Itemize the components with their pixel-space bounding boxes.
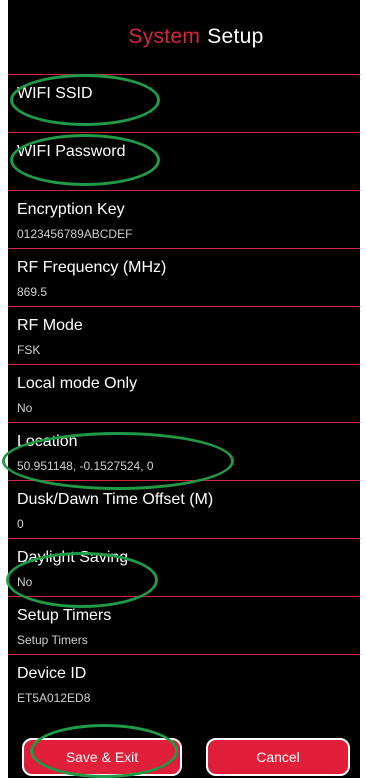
setting-label: RF Frequency (MHz): [17, 259, 167, 276]
setting-daylight-saving[interactable]: Daylight Saving No: [8, 538, 360, 596]
setting-location[interactable]: Location 50.951148, -0.1527524, 0: [8, 422, 360, 480]
save-exit-button[interactable]: Save & Exit: [22, 738, 182, 776]
setting-label: RF Mode: [17, 317, 83, 334]
setting-value: No: [17, 575, 33, 589]
page-title: System Setup: [8, 0, 360, 74]
setting-device-id[interactable]: Device ID ET5A012ED8: [8, 654, 360, 712]
setting-value: 869.5: [17, 285, 48, 299]
setting-label: Setup Timers: [17, 607, 112, 624]
setting-wifi-password[interactable]: WIFI Password: [8, 132, 360, 190]
setting-label: Location: [17, 433, 78, 450]
setting-label: Device ID: [17, 665, 87, 682]
setting-value: 0: [17, 517, 24, 531]
setting-encryption-key[interactable]: Encryption Key 0123456789ABCDEF: [8, 190, 360, 248]
settings-list: WIFI SSID WIFI Password Encryption Key 0…: [8, 74, 360, 712]
system-setup-screen: System Setup WIFI SSID WIFI Password Enc…: [8, 0, 360, 778]
setting-value: FSK: [17, 343, 41, 357]
title-setup: Setup: [207, 25, 264, 48]
setting-setup-timers[interactable]: Setup Timers Setup Timers: [8, 596, 360, 654]
setting-rf-mode[interactable]: RF Mode FSK: [8, 306, 360, 364]
setting-label: Local mode Only: [17, 375, 138, 392]
setting-value: 50.951148, -0.1527524, 0: [17, 459, 154, 473]
setting-label: Encryption Key: [17, 201, 125, 218]
setting-value: ET5A012ED8: [17, 691, 91, 705]
cancel-button[interactable]: Cancel: [206, 738, 350, 776]
setting-label: Dusk/Dawn Time Offset (M): [17, 491, 214, 508]
setting-label: WIFI Password: [17, 143, 126, 160]
setting-value: 0123456789ABCDEF: [17, 227, 133, 241]
setting-label: Daylight Saving: [17, 549, 129, 566]
setting-value: Setup Timers: [17, 633, 88, 647]
title-system: System: [128, 25, 201, 48]
setting-label: WIFI SSID: [17, 85, 93, 102]
setting-value: No: [17, 401, 33, 415]
setting-dusk-dawn-offset[interactable]: Dusk/Dawn Time Offset (M) 0: [8, 480, 360, 538]
setting-local-mode-only[interactable]: Local mode Only No: [8, 364, 360, 422]
setting-rf-frequency[interactable]: RF Frequency (MHz) 869.5: [8, 248, 360, 306]
setting-wifi-ssid[interactable]: WIFI SSID: [8, 74, 360, 132]
